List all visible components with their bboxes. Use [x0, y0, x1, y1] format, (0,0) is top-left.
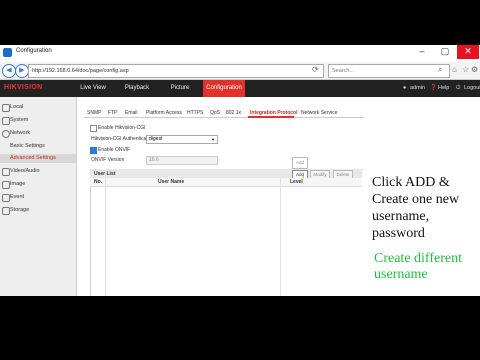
active-tab-underline	[248, 116, 294, 118]
enable-hikvision-cgi-label: Enable Hikvision-CGI	[98, 125, 146, 131]
help-link[interactable]: Help	[438, 80, 449, 97]
annotation-line: password	[372, 226, 425, 241]
logout-icon: ⏻	[456, 85, 461, 91]
onvif-version-label: ONVIF Version	[91, 157, 125, 163]
annotation-line: Click ADD &	[372, 175, 450, 190]
tab-title[interactable]: Configuration	[16, 48, 52, 54]
enable-hikvision-cgi-checkbox[interactable]	[90, 125, 97, 132]
tab-platform-access[interactable]: Platform Access	[146, 110, 182, 116]
sidebar: Local System Network Basic Settings Adva…	[0, 97, 77, 296]
tab-8021x[interactable]: 802.1x	[226, 110, 241, 116]
home-icon[interactable]: ⌂	[452, 65, 457, 74]
column-user-name: User Name	[158, 179, 185, 185]
back-icon[interactable]: ◀	[2, 64, 16, 78]
maximize-button[interactable]: ▢	[434, 45, 456, 59]
sidebar-item-advanced-settings[interactable]: Advanced Settings	[10, 155, 56, 161]
network-icon	[2, 130, 10, 138]
sidebar-item-image[interactable]: Image	[10, 181, 25, 187]
annotation-line: Create one new	[372, 192, 460, 207]
annotation-line: username,	[372, 209, 430, 224]
nav-live-view[interactable]: Live View	[78, 80, 108, 97]
browser-window: Configuration – ▢ ✕ ◀ ▶ http://192.168.0…	[0, 45, 480, 296]
address-bar: ◀ ▶ http://192.168.0.64/doc/page/config.…	[0, 62, 480, 80]
image-icon	[2, 181, 10, 189]
column-divider	[105, 178, 106, 296]
sidebar-item-network[interactable]: Network	[10, 130, 30, 136]
system-icon	[2, 117, 10, 125]
user-name[interactable]: admin	[410, 80, 425, 97]
close-button[interactable]: ✕	[457, 45, 479, 59]
annotation-green-line: Create different	[374, 251, 462, 266]
column-level: Level	[290, 179, 303, 185]
column-no: No.	[94, 179, 103, 185]
browser-icon	[3, 48, 12, 57]
logout-link[interactable]: Logout	[464, 80, 480, 97]
title-bar: Configuration – ▢ ✕	[0, 45, 480, 63]
nav-configuration[interactable]: Configuration	[203, 80, 245, 97]
user-list-title: User List	[94, 171, 116, 177]
sidebar-item-basic-settings[interactable]: Basic Settings	[10, 143, 45, 149]
sidebar-item-event[interactable]: Event	[10, 194, 24, 200]
minimize-button[interactable]: –	[411, 45, 433, 59]
nav-playback[interactable]: Playback	[122, 80, 152, 97]
user-icon: ●	[403, 85, 407, 91]
url-field[interactable]: http://192.168.0.64/doc/page/config.asp	[28, 64, 324, 78]
sidebar-item-system[interactable]: System	[10, 117, 28, 123]
help-icon: ❓	[430, 85, 437, 91]
video-icon	[2, 168, 10, 176]
search-icon[interactable]: ⌕	[438, 65, 442, 75]
nav-picture[interactable]: Picture	[166, 80, 194, 97]
enable-onvif-checkbox[interactable]	[90, 147, 97, 154]
event-icon	[2, 194, 10, 202]
enable-onvif-label: Enable ONVIF	[98, 147, 131, 153]
tab-qos[interactable]: QoS	[210, 110, 220, 116]
sidebar-item-storage[interactable]: Storage	[10, 207, 29, 213]
forward-icon[interactable]: ▶	[15, 64, 29, 78]
cgi-auth-label: Hikvision-CGI Authenticat	[91, 136, 148, 142]
sidebar-item-video-audio[interactable]: Video/Audio	[10, 168, 40, 174]
sidebar-item-local[interactable]: Local	[10, 104, 23, 110]
app-header: HIKVISION Live View Playback Picture Con…	[0, 80, 480, 97]
onvif-version-field: 16.6	[146, 156, 218, 165]
column-divider	[280, 178, 281, 296]
favorites-icon[interactable]: ☆	[462, 65, 469, 74]
tab-https[interactable]: HTTPS	[187, 110, 203, 116]
user-list-columns: No. User Name Level	[90, 178, 362, 187]
tab-ftp[interactable]: FTP	[108, 110, 117, 116]
cgi-auth-select[interactable]: digest ▼	[146, 135, 218, 144]
monitor-icon	[2, 104, 10, 112]
tab-snmp[interactable]: SNMP	[87, 110, 101, 116]
settings-icon[interactable]: ⚙	[471, 65, 478, 74]
search-field[interactable]: Search...	[328, 64, 450, 78]
annotation-green-line: username	[374, 267, 428, 282]
add-tooltip: Add	[292, 157, 308, 169]
storage-icon	[2, 207, 10, 215]
tab-divider	[84, 117, 364, 118]
tab-network-service[interactable]: Network Service	[301, 110, 337, 116]
user-list-panel	[90, 169, 364, 296]
logo: HIKVISION	[4, 84, 43, 91]
tab-email[interactable]: Email	[125, 110, 138, 116]
refresh-icon[interactable]: ⟳	[312, 65, 319, 74]
chevron-down-icon: ▼	[211, 137, 215, 142]
